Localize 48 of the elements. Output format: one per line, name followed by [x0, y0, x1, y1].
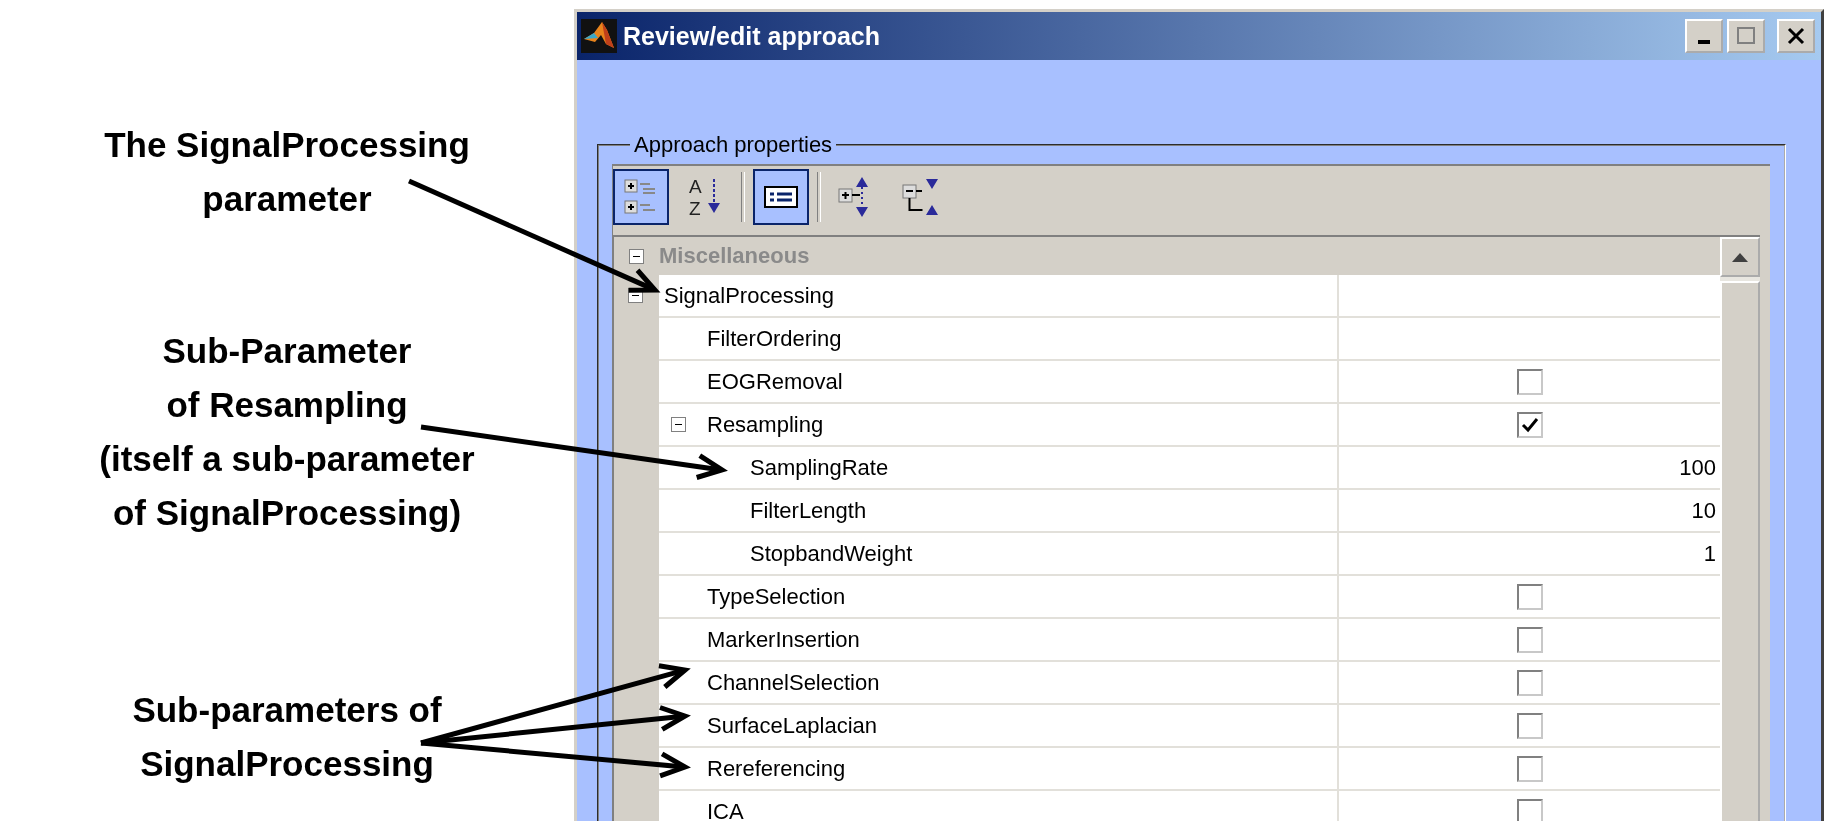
- property-name: FilterLength: [750, 497, 867, 524]
- property-name: FilterOrdering: [707, 325, 842, 352]
- check-icon: [1520, 416, 1539, 433]
- description-icon: [764, 186, 798, 208]
- property-name: ICA: [707, 798, 744, 821]
- minimize-icon: [1698, 40, 1710, 44]
- checkbox[interactable]: [1516, 411, 1543, 438]
- minimize-button[interactable]: [1685, 19, 1723, 53]
- value-cell[interactable]: [1339, 275, 1720, 318]
- toolbar-button[interactable]: [613, 169, 669, 225]
- value-text: 100: [1679, 454, 1716, 481]
- close-icon: [1786, 27, 1806, 45]
- checkbox[interactable]: [1516, 626, 1543, 653]
- annotation: The SignalProcessing parameter: [104, 124, 470, 220]
- annotation: Sub-parameters of SignalProcessing: [132, 689, 442, 785]
- annotation: Sub-Parameter of Resampling (itself a sub-parameter of SignalProcessing): [99, 330, 475, 534]
- up-arrow-icon: [1731, 252, 1749, 262]
- toolbar-button[interactable]: [753, 169, 809, 225]
- checkbox[interactable]: [1516, 798, 1543, 821]
- maximize-icon: [1736, 26, 1756, 46]
- category-name: Miscellaneous: [659, 243, 810, 269]
- scroll-up-button[interactable]: [1720, 237, 1760, 277]
- checkbox[interactable]: [1516, 755, 1543, 782]
- property-name: TypeSelection: [707, 583, 846, 610]
- window-title: Review/edit approach: [623, 21, 882, 51]
- property-name: Rereferencing: [707, 755, 846, 782]
- collapse-icon[interactable]: [671, 417, 686, 432]
- checkbox[interactable]: [1516, 368, 1543, 395]
- checkbox[interactable]: [1516, 669, 1543, 696]
- checkbox[interactable]: [1516, 712, 1543, 739]
- property-name: MarkerInsertion: [707, 626, 860, 653]
- checkbox[interactable]: [1516, 583, 1543, 610]
- property-name: StopbandWeight: [750, 540, 913, 567]
- property-name: SurfaceLaplacian: [707, 712, 877, 739]
- property-name: SamplingRate: [750, 454, 889, 481]
- app-icon: [581, 19, 617, 53]
- close-button[interactable]: [1777, 19, 1815, 53]
- toolbar-button[interactable]: A Z: [677, 169, 733, 225]
- value-cell[interactable]: [1339, 318, 1720, 361]
- value-text: 10: [1691, 497, 1716, 524]
- group-label: Approach properties: [633, 132, 834, 158]
- property-name: ChannelSelection: [707, 669, 880, 696]
- maximize-button[interactable]: [1727, 19, 1765, 53]
- collapse-icon[interactable]: [629, 248, 644, 264]
- property-name: EOGRemoval: [707, 368, 843, 395]
- value-text: 1: [1703, 540, 1716, 567]
- property-name: SignalProcessing: [664, 282, 834, 309]
- property-name: Resampling: [707, 411, 824, 438]
